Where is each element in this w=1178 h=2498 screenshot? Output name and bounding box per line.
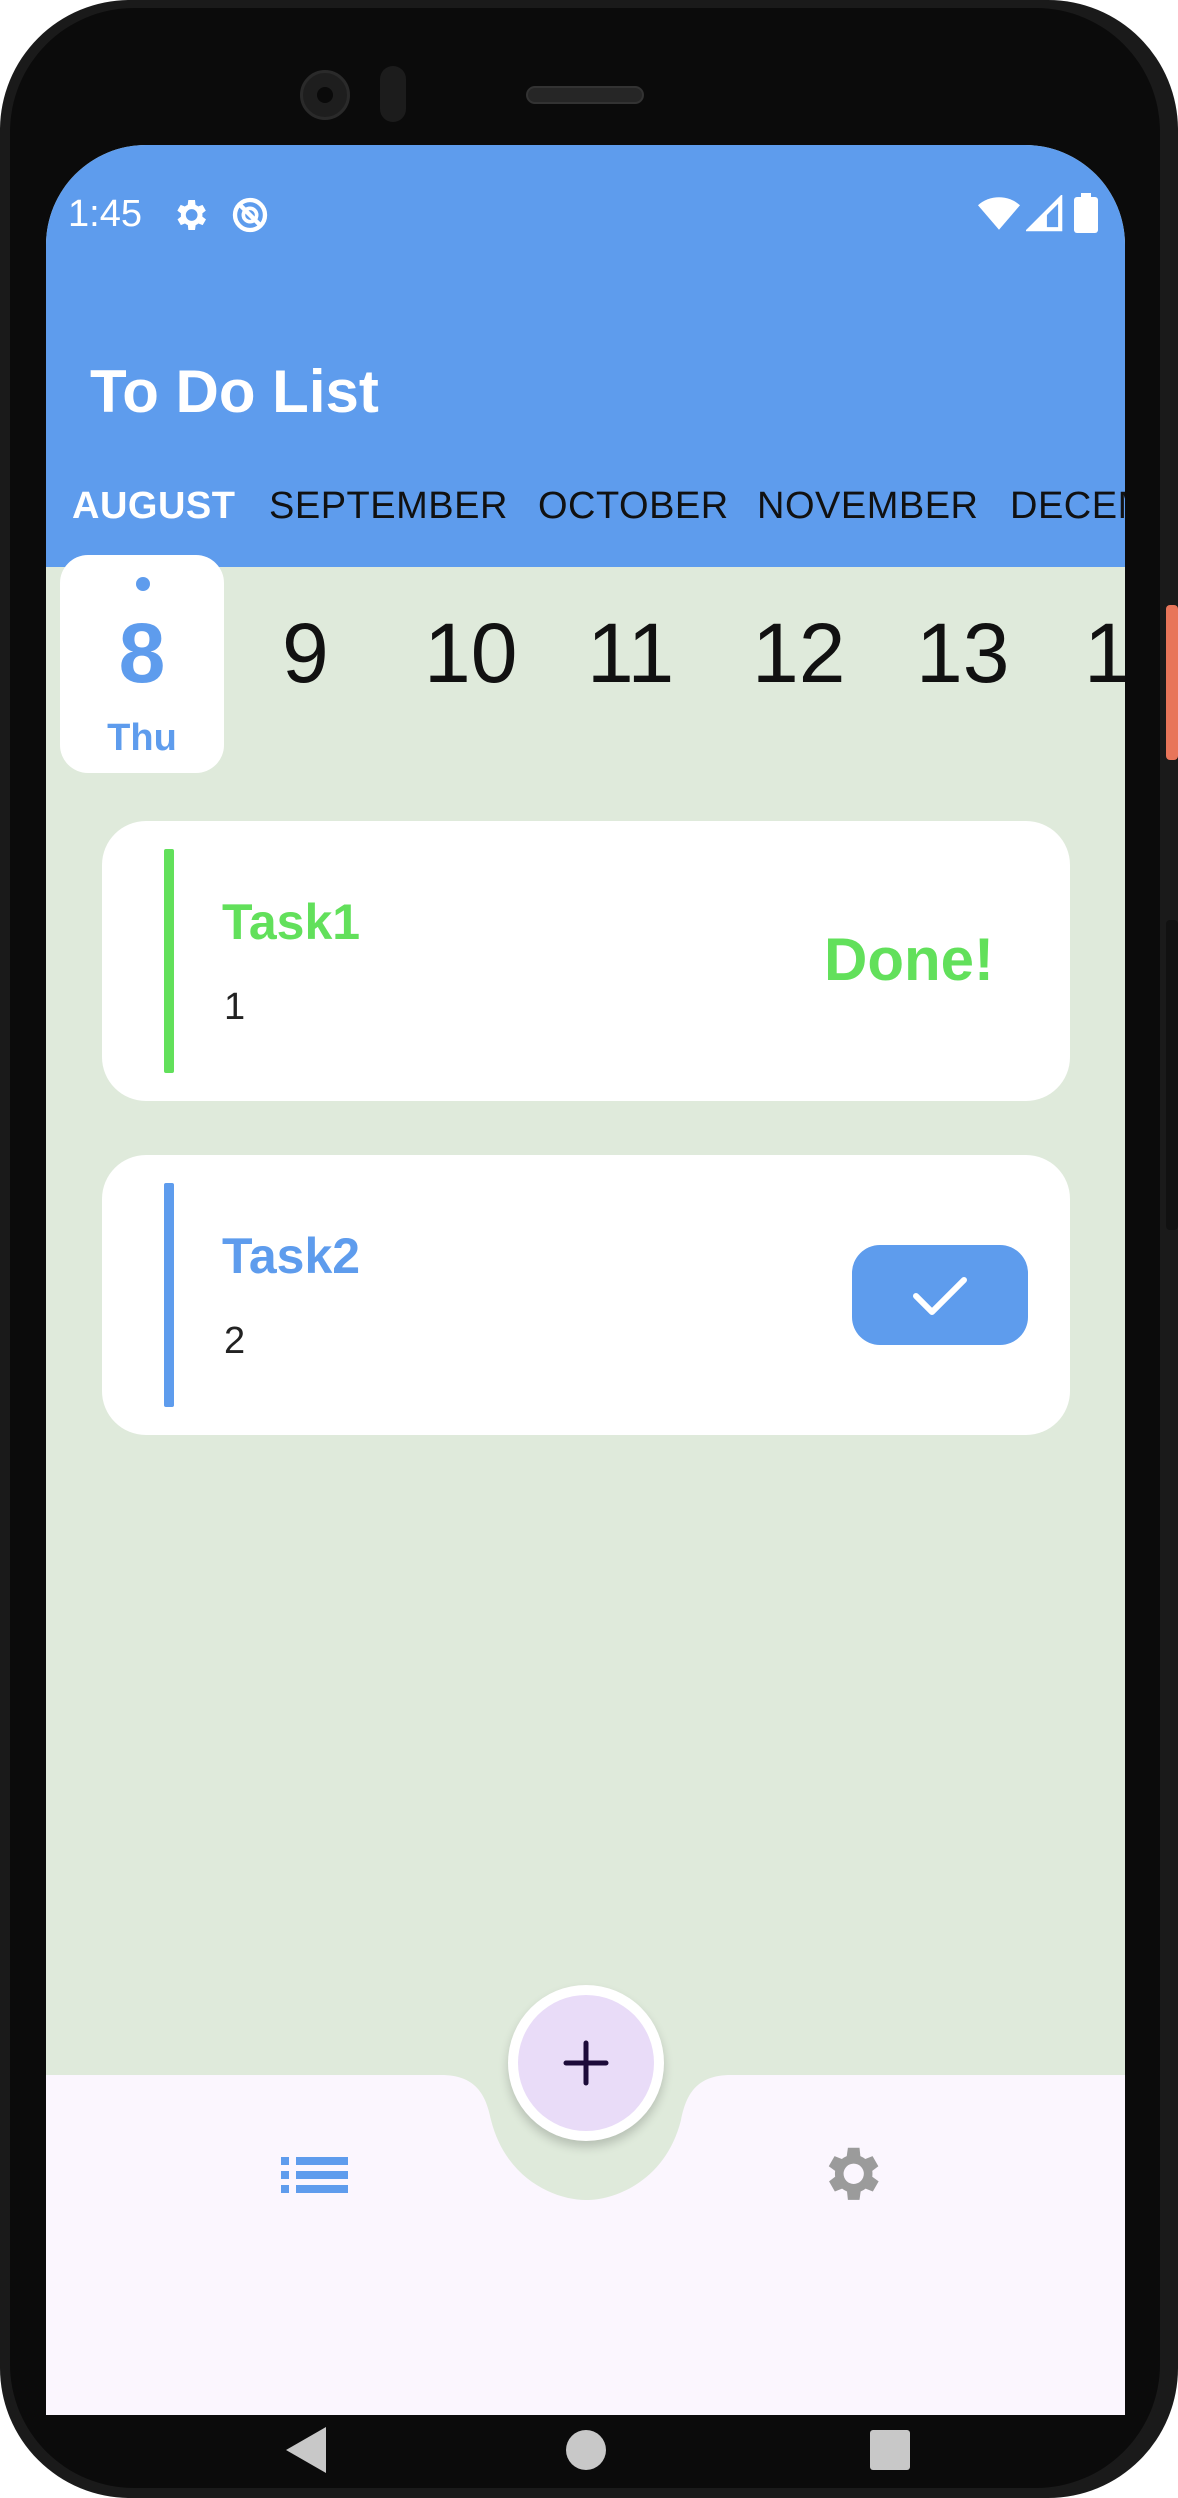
home-icon[interactable]	[566, 2430, 606, 2470]
day-item[interactable]: 10	[424, 605, 517, 702]
tab-september[interactable]: SEPTEMBER	[269, 485, 508, 528]
app-screen: 1:45 To Do List AUGUST SEPTEMBER OCTOBER…	[46, 145, 1125, 2415]
task-color-bar	[164, 1183, 174, 1407]
day-weekday: Thu	[107, 717, 177, 759]
recents-icon[interactable]	[870, 2430, 910, 2470]
volume-button	[1166, 920, 1178, 1230]
done-label: Done!	[824, 926, 994, 993]
status-time: 1:45	[68, 193, 142, 235]
front-camera	[300, 70, 350, 120]
gear-icon	[177, 200, 206, 230]
day-number: 8	[118, 606, 166, 700]
month-tabs: AUGUST SEPTEMBER OCTOBER NOVEMBER DECEM	[46, 485, 1125, 555]
plus-icon	[563, 2040, 609, 2086]
battery-icon	[1074, 193, 1098, 233]
day-item[interactable]: 13	[916, 605, 1009, 702]
day-item[interactable]: 11	[587, 605, 674, 702]
app-title: To Do List	[90, 358, 379, 425]
day-selected[interactable]: 8 Thu	[60, 555, 224, 773]
check-icon	[913, 1277, 967, 1315]
back-icon[interactable]	[286, 2427, 326, 2473]
task-card[interactable]: Task2 2	[102, 1155, 1070, 1435]
tab-november[interactable]: NOVEMBER	[757, 485, 978, 528]
tab-october[interactable]: OCTOBER	[538, 485, 729, 528]
task-note: 2	[224, 1320, 246, 1362]
system-nav-bar	[286, 2427, 910, 2473]
task-title: Task2	[222, 1228, 361, 1284]
task-title: Task1	[222, 894, 361, 950]
earpiece-speaker	[526, 86, 644, 104]
day-item[interactable]: 12	[752, 605, 845, 702]
power-button	[1166, 605, 1178, 760]
app-bar: 1:45 To Do List AUGUST SEPTEMBER OCTOBER…	[46, 145, 1125, 567]
day-item[interactable]: 9	[282, 605, 329, 702]
complete-task-button[interactable]	[852, 1245, 1028, 1345]
task-card[interactable]: Task1 1 Done!	[102, 821, 1070, 1101]
proximity-sensor	[380, 66, 406, 122]
day-item[interactable]: 1	[1084, 605, 1125, 702]
task-color-bar	[164, 849, 174, 1073]
wifi-icon	[978, 197, 1020, 230]
tab-august[interactable]: AUGUST	[72, 485, 235, 528]
tab-december[interactable]: DECEM	[1010, 485, 1125, 528]
no-sync-icon	[232, 197, 268, 233]
cellular-icon	[1026, 195, 1063, 232]
today-dot	[136, 577, 150, 591]
task-note: 1	[224, 986, 246, 1028]
add-task-button[interactable]	[518, 1995, 654, 2131]
